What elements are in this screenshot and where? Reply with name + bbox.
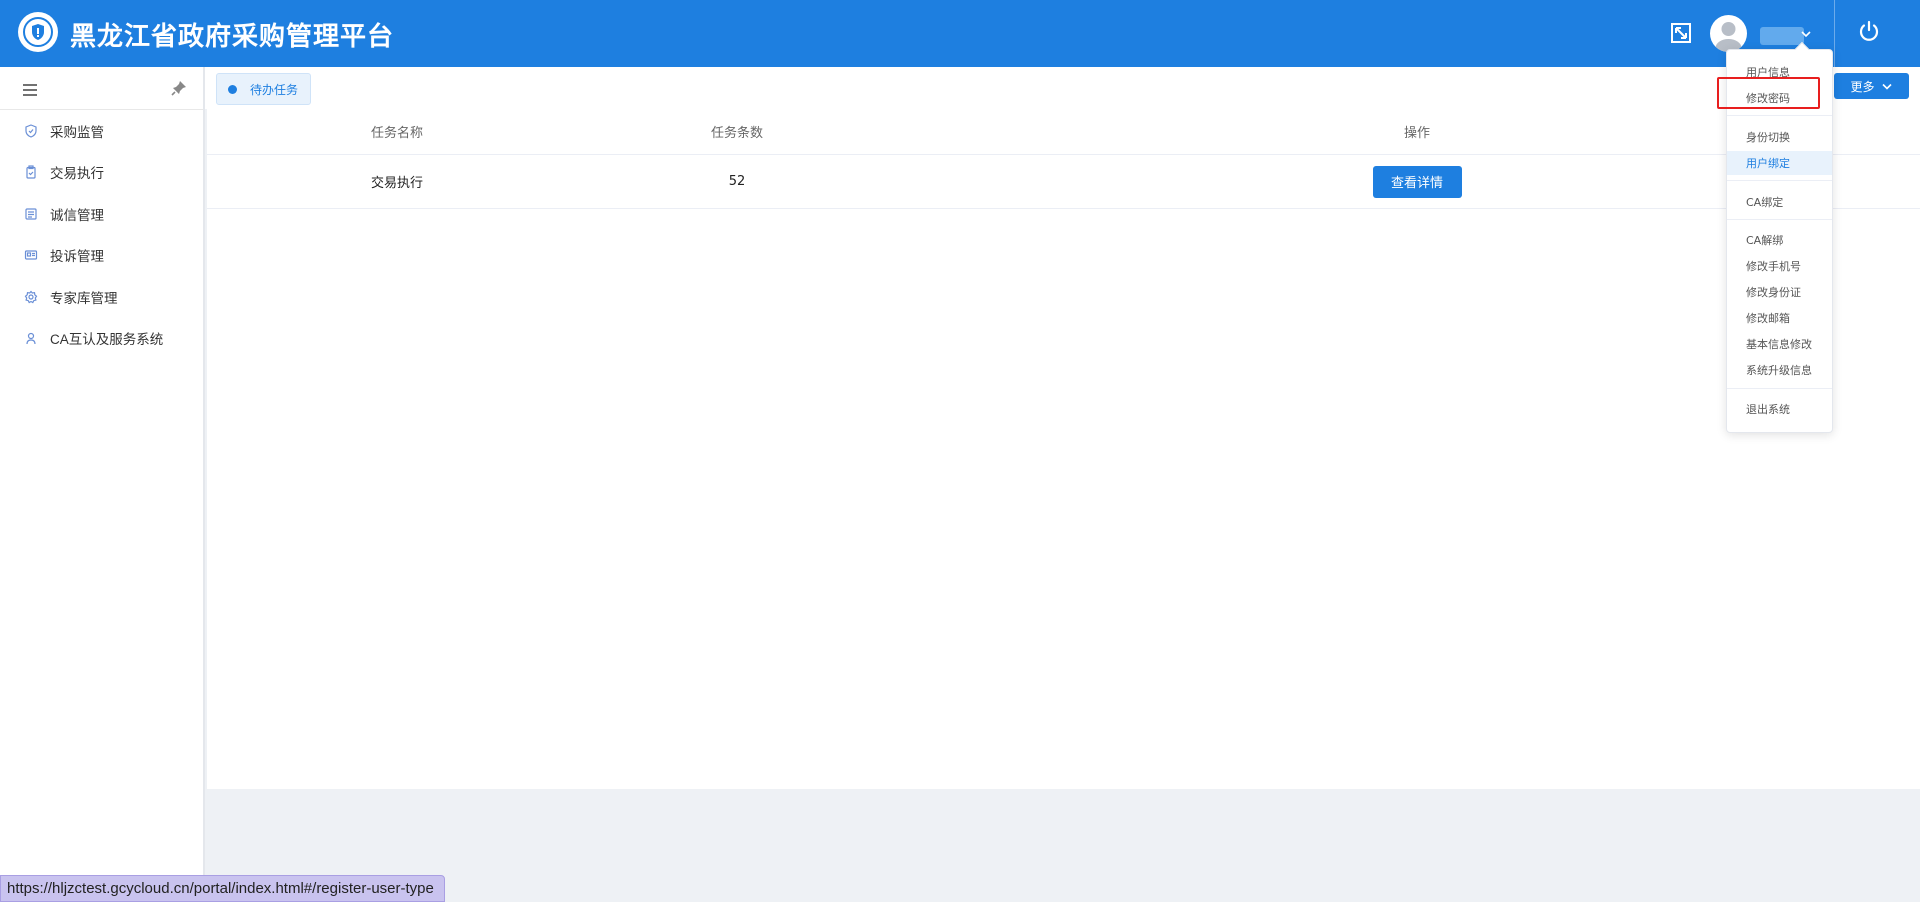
sidebar: 采购监管 交易执行 诚信管理 投诉管理 专家库管理 CA互认及服务系统 bbox=[0, 67, 205, 902]
username-masked[interactable] bbox=[1760, 27, 1804, 45]
sidebar-item-complaint-management[interactable]: 投诉管理 bbox=[0, 235, 203, 277]
menu-item-user-binding[interactable]: 用户绑定 bbox=[1727, 151, 1832, 175]
sidebar-item-transaction-execution[interactable]: 交易执行 bbox=[0, 152, 203, 194]
avatar[interactable] bbox=[1710, 15, 1747, 52]
page-title: 黑龙江省政府采购管理平台 bbox=[70, 22, 395, 52]
menu-item-ca-unbind[interactable]: CA解绑 bbox=[1727, 228, 1832, 252]
menu-item-system-upgrade-info[interactable]: 系统升级信息 bbox=[1727, 358, 1832, 382]
sidebar-top bbox=[0, 67, 203, 110]
hamburger-icon[interactable] bbox=[22, 82, 38, 96]
clipboard-icon bbox=[24, 165, 38, 179]
fullscreen-icon[interactable] bbox=[1670, 22, 1694, 46]
header-divider bbox=[1834, 0, 1835, 67]
shield-icon bbox=[24, 124, 38, 138]
link-status-bar: https://hljzctest.gcycloud.cn/portal/ind… bbox=[0, 875, 445, 902]
chevron-down-icon bbox=[1881, 83, 1892, 90]
highlight-annotation-box bbox=[1717, 77, 1820, 109]
more-label: 更多 bbox=[1850, 79, 1875, 94]
table-row: 交易执行 52 查看详情 bbox=[207, 155, 1920, 209]
sidebar-item-expert-library[interactable]: 专家库管理 bbox=[0, 276, 203, 318]
menu-item-change-phone[interactable]: 修改手机号 bbox=[1727, 254, 1832, 278]
main-content: 任务名称 任务条数 操作 交易执行 52 查看详情 bbox=[207, 109, 1920, 789]
menu-item-change-id-card[interactable]: 修改身份证 bbox=[1727, 280, 1832, 304]
active-dot bbox=[228, 84, 237, 94]
tab-pending-tasks[interactable]: 待办任务 bbox=[216, 73, 312, 105]
power-icon[interactable] bbox=[1856, 18, 1882, 44]
menu-divider bbox=[1727, 219, 1832, 220]
top-header: 黑龙江省政府采购管理平台 bbox=[0, 0, 1920, 67]
list-icon bbox=[24, 207, 38, 221]
gear-icon bbox=[24, 290, 38, 304]
logo-emblem bbox=[18, 12, 58, 52]
menu-divider bbox=[1727, 180, 1832, 181]
view-details-button[interactable]: 查看详情 bbox=[1372, 165, 1462, 198]
chevron-down-icon[interactable] bbox=[1800, 29, 1812, 39]
menu-item-ca-bind[interactable]: CA绑定 bbox=[1727, 190, 1832, 214]
column-header-action: 操作 bbox=[1403, 126, 1430, 141]
person-icon bbox=[24, 331, 38, 345]
task-count-cell: 52 bbox=[728, 174, 746, 189]
menu-divider bbox=[1727, 115, 1832, 116]
sidebar-item-procurement-supervision[interactable]: 采购监管 bbox=[0, 110, 203, 152]
menu-divider bbox=[1727, 388, 1832, 389]
tab-bar: 待办任务 更多 bbox=[205, 67, 1920, 109]
column-header-task-name: 任务名称 bbox=[370, 126, 423, 141]
sidebar-item-credit-management[interactable]: 诚信管理 bbox=[0, 193, 203, 235]
menu-item-logout[interactable]: 退出系统 bbox=[1727, 397, 1832, 421]
pin-icon[interactable] bbox=[170, 79, 188, 97]
action-cell: 查看详情 bbox=[1317, 155, 1517, 208]
sidebar-item-ca-system[interactable]: CA互认及服务系统 bbox=[0, 318, 203, 360]
task-name-cell: 交易执行 bbox=[370, 176, 423, 191]
menu-item-edit-basic-info[interactable]: 基本信息修改 bbox=[1727, 332, 1832, 356]
more-button[interactable]: 更多 bbox=[1834, 73, 1909, 99]
menu-item-change-email[interactable]: 修改邮箱 bbox=[1727, 306, 1832, 330]
table-header: 任务名称 任务条数 操作 bbox=[207, 109, 1920, 155]
menu-item-identity-switch[interactable]: 身份切换 bbox=[1727, 125, 1832, 149]
tab-label: 待办任务 bbox=[250, 82, 299, 97]
column-header-task-count: 任务条数 bbox=[710, 126, 763, 141]
complaint-icon bbox=[24, 248, 38, 262]
